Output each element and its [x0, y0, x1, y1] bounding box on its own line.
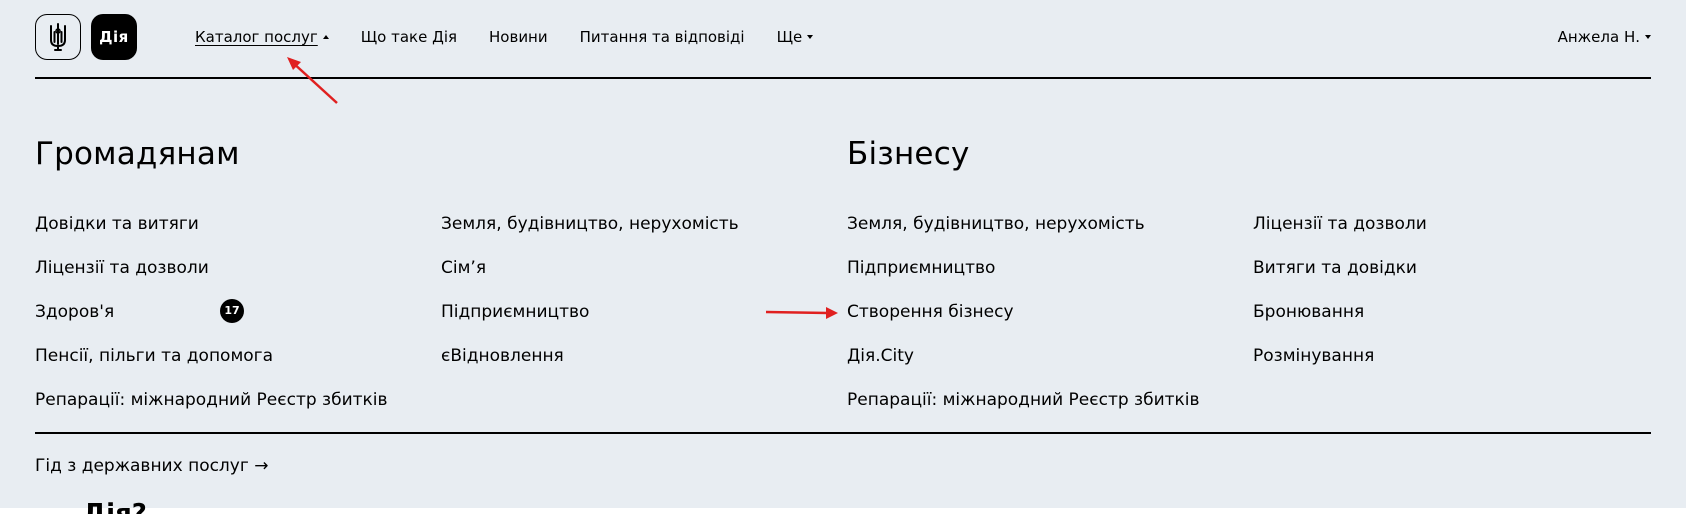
nav-item-1[interactable]: Що таке Дія	[361, 28, 457, 46]
notification-badge: 17	[220, 299, 244, 323]
site-header: Дія Каталог послуг Що таке Дія Новини Питан…	[35, 14, 1651, 78]
link-label: Дія.City	[847, 346, 914, 366]
page-heading-cutoff: Дія?	[83, 502, 147, 514]
business-link[interactable]: Земля, будівництво, нерухомість	[847, 212, 1200, 256]
link-label: Репарації: міжнародний Реєстр збитків	[847, 390, 1200, 410]
citizens-link[interactable]: Пенсії, пільги та допомога	[35, 344, 388, 388]
link-label: Довідки та витяги	[35, 214, 199, 234]
business-link[interactable]: Дія.City	[847, 344, 1200, 388]
business-link[interactable]: Розмінування	[1253, 344, 1427, 388]
business-column-1: Земля, будівництво, нерухомість Підприємн…	[847, 212, 1200, 432]
nav-item-0[interactable]: Каталог послуг	[195, 28, 329, 46]
link-label: Земля, будівництво, нерухомість	[441, 214, 739, 234]
header-divider	[35, 77, 1651, 79]
citizens-link[interactable]: Довідки та витяги	[35, 212, 388, 256]
business-link[interactable]: Бронювання	[1253, 300, 1427, 344]
chevron-down-icon	[807, 35, 814, 39]
user-menu[interactable]: Анжела Н.	[1558, 28, 1651, 46]
citizens-link[interactable]: єВідновлення	[441, 344, 739, 388]
citizens-link[interactable]: Сім’я	[441, 256, 739, 300]
link-label: Пенсії, пільги та допомога	[35, 346, 274, 366]
trident-icon	[50, 23, 66, 51]
nav-item-label: Питання та відповіді	[579, 28, 745, 46]
nav-item-3[interactable]: Питання та відповіді	[580, 28, 745, 46]
citizens-link[interactable]: Земля, будівництво, нерухомість	[441, 212, 739, 256]
link-label: Здоров'я	[35, 302, 115, 322]
link-label: Підприємництво	[441, 302, 590, 322]
link-label: Розмінування	[1253, 346, 1375, 366]
gov-services-guide-link[interactable]: Гід з державних послуг →	[35, 456, 268, 476]
main-nav: Каталог послуг Що таке Дія Новини Питання т…	[195, 28, 845, 46]
nav-item-label: Каталог послуг	[195, 28, 318, 46]
business-link[interactable]: Репарації: міжнародний Реєстр збитків	[847, 388, 1200, 432]
business-link[interactable]: Створення бізнесу	[847, 300, 1200, 344]
link-label: Бронювання	[1253, 302, 1365, 322]
business-link[interactable]: Підприємництво	[847, 256, 1200, 300]
link-label: єВідновлення	[441, 346, 564, 366]
link-label: Репарації: міжнародний Реєстр збитків	[35, 390, 388, 410]
business-title: Бізнесу	[847, 136, 970, 172]
link-label: Витяги та довідки	[1253, 258, 1417, 278]
link-label: Ліцензії та дозволи	[35, 258, 209, 278]
business-link[interactable]: Витяги та довідки	[1253, 256, 1427, 300]
nav-item-2[interactable]: Новини	[489, 28, 548, 46]
business-column-2: Ліцензії та дозволи Витяги та довідки Брон…	[1253, 212, 1427, 388]
catalog-dropdown-panel: Дія Каталог послуг Що таке Дія Новини Питан…	[0, 0, 1686, 508]
user-name: Анжела Н.	[1557, 28, 1640, 46]
nav-item-label: Новини	[489, 28, 548, 46]
citizens-link[interactable]: Підприємництво	[441, 300, 739, 344]
chevron-up-icon	[322, 35, 329, 39]
link-label: Створення бізнесу	[847, 302, 1014, 322]
link-label: Ліцензії та дозволи	[1253, 214, 1427, 234]
nav-item-4[interactable]: Ще	[777, 28, 814, 46]
nav-item-label: Ще	[776, 28, 803, 46]
citizens-link[interactable]: Ліцензії та дозволи	[35, 256, 388, 300]
link-label: Підприємництво	[847, 258, 996, 278]
citizens-column-2: Земля, будівництво, нерухомість Сім’я Підп…	[441, 212, 739, 388]
business-link[interactable]: Ліцензії та дозволи	[1253, 212, 1427, 256]
link-label: Земля, будівництво, нерухомість	[847, 214, 1145, 234]
citizens-link[interactable]: Репарації: міжнародний Реєстр збитків	[35, 388, 388, 432]
footer-divider	[35, 432, 1651, 434]
link-label: Сім’я	[441, 258, 487, 278]
chevron-down-icon	[1645, 35, 1651, 39]
nav-item-label: Що таке Дія	[360, 28, 458, 46]
citizens-link[interactable]: Здоров'я 17	[35, 299, 388, 344]
diia-logo[interactable]: Дія	[91, 14, 137, 60]
citizens-title: Громадянам	[35, 136, 240, 172]
trident-logo[interactable]	[35, 14, 81, 60]
citizens-column-1: Довідки та витяги Ліцензії та дозволи Здор…	[35, 212, 388, 432]
